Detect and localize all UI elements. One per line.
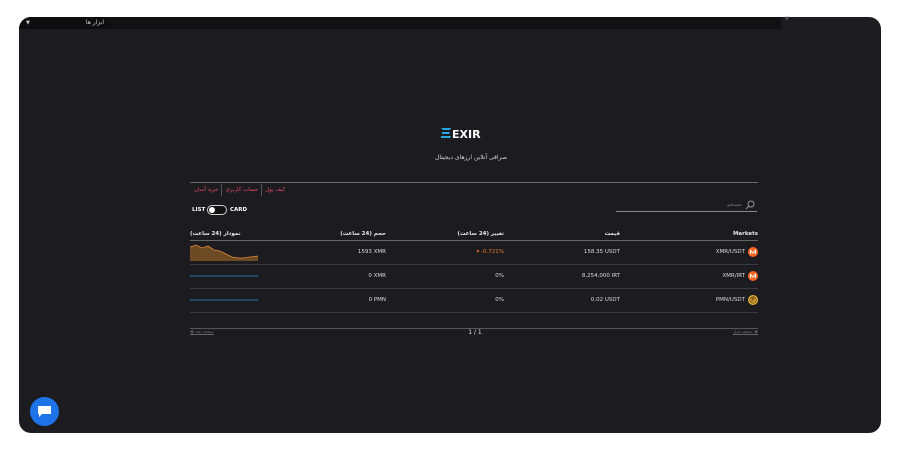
nav-item-account[interactable]: حساب کاربری (222, 184, 263, 196)
sparkline-cell (190, 240, 270, 265)
card-label: CARD (230, 207, 248, 213)
change-cell: 0% (387, 288, 504, 313)
sparkline-cell (190, 264, 270, 289)
tools-dropdown[interactable]: ▼ ابزار ها (19, 17, 110, 29)
market-name: XMR/IRT (722, 273, 745, 279)
header-markets: Markets (620, 229, 758, 241)
list-card-switch[interactable] (207, 205, 227, 215)
search-box (616, 199, 757, 212)
monero-icon (748, 247, 758, 257)
volume-cell: 0 XMR (270, 264, 387, 289)
table-row[interactable]: 0 XMR 0% 8,254,000 IRT XMR/IRT (190, 264, 758, 289)
price-cell: 158.35 USDT (504, 240, 620, 265)
sparkline-chart (190, 299, 258, 301)
nav-item-easy-buy[interactable]: خرید آسان (191, 184, 223, 196)
volume-cell: 0 PMN (270, 288, 387, 313)
exir-logo: EXIR (441, 128, 481, 141)
page-indicator: 1 / 1 (468, 329, 482, 336)
sparkline-chart (190, 244, 259, 261)
market-name: PMN/USDT (715, 297, 745, 303)
pmn-icon (748, 295, 758, 305)
sparkline-cell (190, 288, 270, 313)
volume-cell: 1593 XMR (270, 240, 387, 265)
market-cell: PMN/USDT (620, 288, 758, 313)
monero-icon (748, 271, 758, 281)
tools-label: ابزار ها (85, 19, 104, 26)
table-row[interactable]: 0 PMN 0% 0.02 USDT PMN/USDT (190, 288, 758, 313)
switch-knob (209, 207, 215, 213)
change-cell: 0% (387, 264, 504, 289)
table-row[interactable]: 1593 XMR ▾ -0.721% 158.35 USDT XMR/USDT (190, 240, 758, 265)
market-cell: XMR/USDT (620, 240, 758, 265)
tagline: صرافی آنلاین ارزهای دیجیتال (435, 154, 507, 161)
app-window: ▼ ابزار ها EXIR صرافی آنلاین ارزهای دیجی… (19, 17, 881, 433)
price-cell: 8,254,000 IRT (504, 264, 620, 289)
list-label: LIST (192, 207, 206, 213)
search-icon[interactable] (745, 200, 755, 210)
next-page-label: صفحه قبل (732, 330, 753, 335)
change-cell: ▾ -0.721% (387, 240, 504, 265)
markets-table: نمودار (24 ساعت) حجم (24 ساعت) تغییر (24… (190, 229, 758, 313)
section-divider (190, 182, 758, 183)
market-cell: XMR/IRT (620, 264, 758, 289)
circle-arrow-icon: ◉ (752, 330, 758, 335)
sparkline-chart (190, 275, 258, 277)
caret-down-icon: ▼ (26, 20, 30, 26)
change-value: -0.721% (481, 249, 504, 255)
logo-text: EXIR (452, 128, 481, 141)
search-input[interactable] (616, 199, 742, 211)
header-price: قیمت (504, 229, 620, 241)
header-chart: نمودار (24 ساعت) (190, 229, 270, 241)
header-change: تغییر (24 ساعت) (387, 229, 504, 241)
top-bar: ▼ ابزار ها (19, 17, 881, 29)
header-volume: حجم (24 ساعت) (270, 229, 387, 241)
price-cell: 0.02 USDT (504, 288, 620, 313)
next-page-link[interactable]: صفحه قبل ◉ (700, 330, 758, 335)
caret-down-icon[interactable]: ▼ (785, 16, 789, 22)
prev-page-label: صفحه بعد (195, 330, 214, 335)
market-name: XMR/USDT (715, 249, 745, 255)
chat-bubble-icon (38, 406, 51, 417)
chat-widget-button[interactable] (30, 397, 59, 426)
nav-links: خرید آسان حساب کاربری کیف پول (191, 184, 288, 196)
table-header-row: نمودار (24 ساعت) حجم (24 ساعت) تغییر (24… (190, 229, 758, 241)
prev-page-link[interactable]: ◉ صفحه بعد (190, 330, 214, 335)
nav-item-wallet[interactable]: کیف پول (262, 184, 288, 196)
top-strip (110, 17, 781, 29)
